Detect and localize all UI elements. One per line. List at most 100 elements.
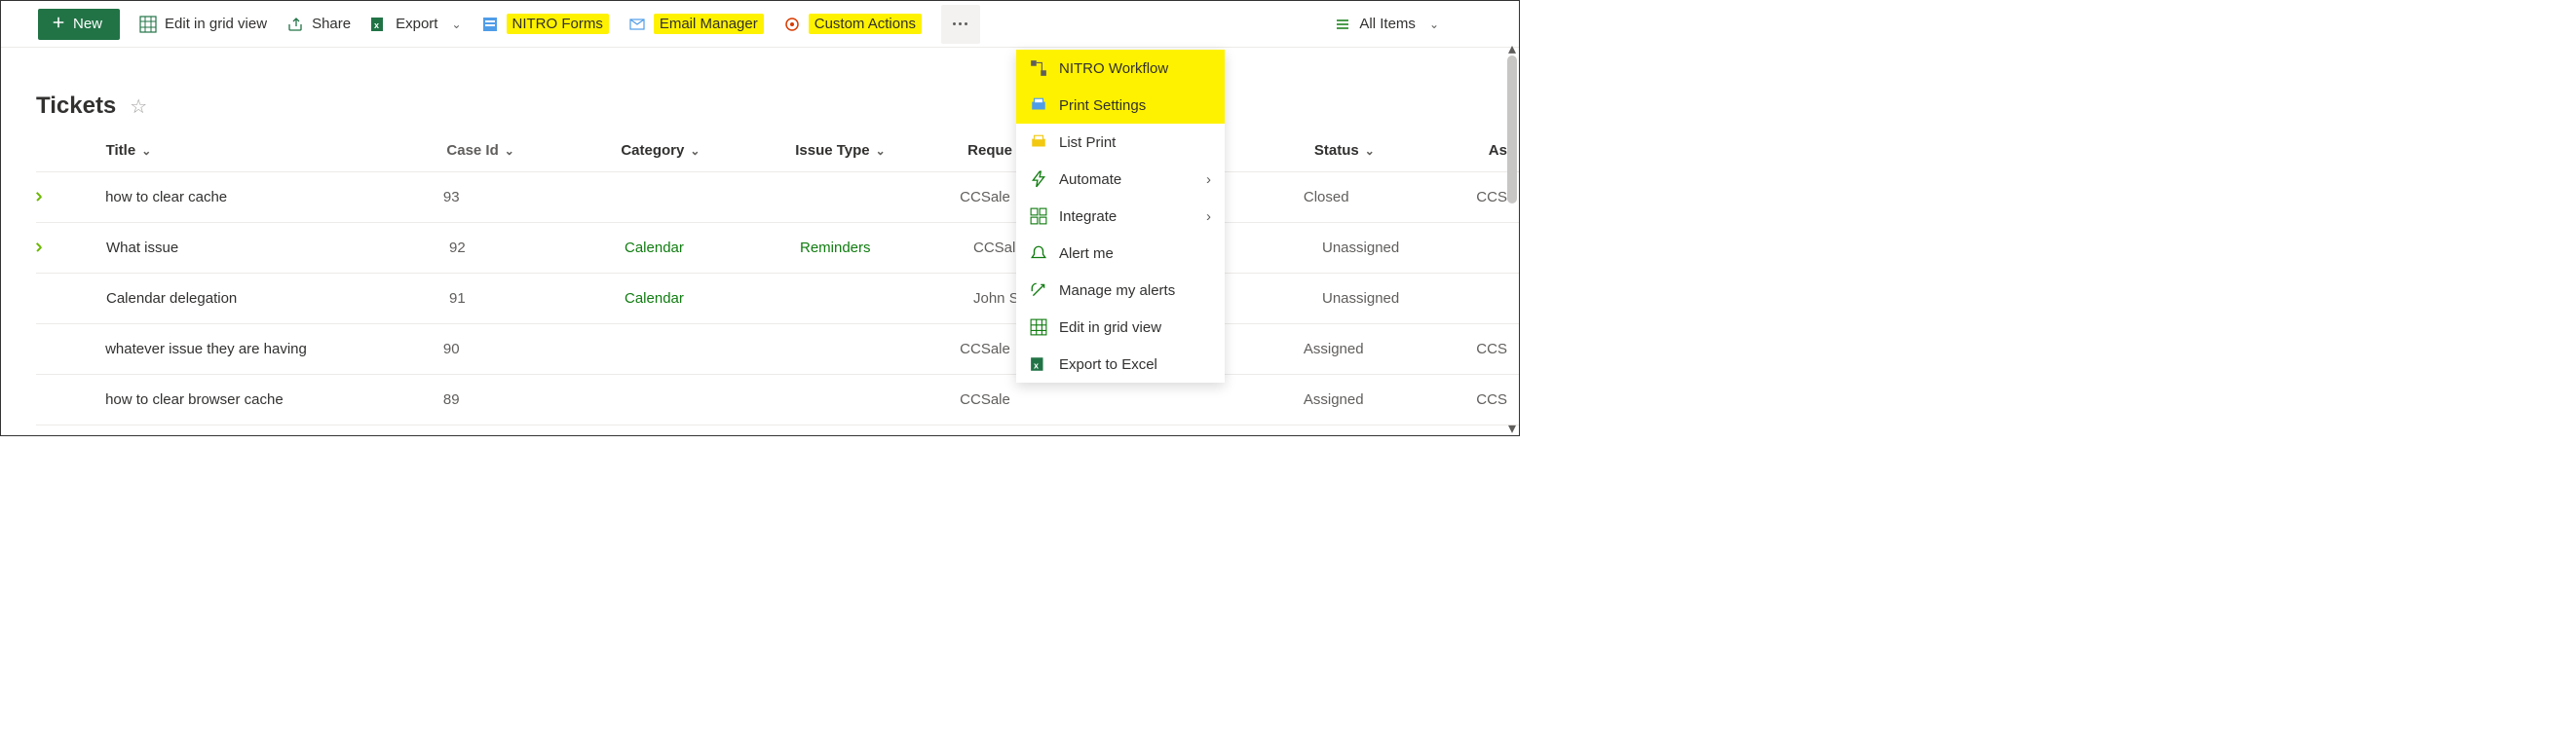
dropdown-item-label: Manage my alerts <box>1059 282 1175 299</box>
dropdown-item-nitro-workflow[interactable]: NITRO Workflow <box>1016 50 1225 87</box>
cell-title: how to clear cache <box>105 189 443 205</box>
dropdown-item-label: Export to Excel <box>1059 356 1157 373</box>
column-header-status[interactable]: Status⌄ <box>1314 142 1489 159</box>
custom-actions-icon <box>783 16 801 33</box>
grid-icon <box>1030 318 1047 336</box>
column-header-caseid[interactable]: Case Id⌄ <box>446 142 621 159</box>
dropdown-item-label: List Print <box>1059 134 1116 151</box>
dropdown-item-label: Integrate <box>1059 208 1117 225</box>
chevron-down-icon: ⌄ <box>1429 18 1439 31</box>
email-manager-button[interactable]: Email Manager <box>628 14 764 34</box>
email-manager-icon <box>628 16 646 33</box>
new-indicator-icon <box>36 244 44 252</box>
column-header-title[interactable]: Title⌄ <box>106 142 447 159</box>
dropdown-item-label: Alert me <box>1059 245 1114 262</box>
plus-icon <box>52 16 65 33</box>
dropdown-item-edit-in-grid-view[interactable]: Edit in grid view <box>1016 309 1225 346</box>
dropdown-item-export-to-excel[interactable]: x Export to Excel <box>1016 346 1225 383</box>
cell-title: whatever issue they are having <box>105 341 443 357</box>
share-icon <box>286 16 304 33</box>
email-manager-label: Email Manager <box>654 14 764 34</box>
cell-issuetype: Reminders <box>800 240 973 256</box>
cell-indicator <box>36 240 106 256</box>
share-button[interactable]: Share <box>286 16 351 33</box>
svg-text:x: x <box>1034 361 1039 371</box>
cell-status: Unassigned <box>1322 240 1497 256</box>
chevron-down-icon: ⌄ <box>505 144 514 158</box>
alert-icon <box>1030 244 1047 262</box>
dropdown-item-integrate[interactable]: Integrate › <box>1016 198 1225 235</box>
edit-in-grid-view-button[interactable]: Edit in grid view <box>139 16 267 33</box>
tickets-list: Title⌄ Case Id⌄ Category⌄ Issue Type⌄ Re… <box>1 130 1519 426</box>
cell-category: Calendar <box>625 240 800 256</box>
cell-status: Assigned <box>1304 341 1476 357</box>
ellipsis-icon <box>953 22 967 25</box>
column-header-category[interactable]: Category⌄ <box>621 142 795 159</box>
svg-text:x: x <box>374 20 379 30</box>
dropdown-item-alert-me[interactable]: Alert me <box>1016 235 1225 272</box>
custom-actions-button[interactable]: Custom Actions <box>783 14 922 34</box>
cell-title: Calendar delegation <box>106 290 449 307</box>
export-button[interactable]: x Export ⌄ <box>370 16 461 33</box>
table-row[interactable]: Calendar delegation91CalendarJohn SmUnas… <box>36 274 1519 324</box>
new-indicator-icon <box>36 194 44 202</box>
custom-actions-label: Custom Actions <box>809 14 922 34</box>
chevron-down-icon: ⌄ <box>451 18 461 31</box>
nitro-forms-icon <box>481 16 499 33</box>
workflow-icon <box>1030 59 1047 77</box>
cell-caseid: 89 <box>443 391 616 408</box>
list-print-icon <box>1030 133 1047 151</box>
scrollbar-thumb[interactable] <box>1507 56 1517 204</box>
favorite-toggle[interactable]: ☆ <box>130 94 147 119</box>
cell-caseid: 91 <box>449 290 625 307</box>
category-link[interactable]: Calendar <box>625 240 684 256</box>
scroll-up-arrow[interactable]: ▴ <box>1507 44 1517 54</box>
dropdown-item-label: Automate <box>1059 171 1121 188</box>
scroll-down-arrow[interactable]: ▾ <box>1507 424 1517 433</box>
table-row[interactable]: how to clear cache93CCSaleClosedCCS <box>36 172 1519 223</box>
chevron-down-icon: ⌄ <box>141 144 151 158</box>
list-view-icon <box>1334 16 1351 33</box>
dropdown-item-print-settings[interactable]: Print Settings <box>1016 87 1225 124</box>
new-button[interactable]: New <box>38 9 120 40</box>
dropdown-item-label: NITRO Workflow <box>1059 60 1168 77</box>
cell-assigned: CCS <box>1476 341 1519 357</box>
dropdown-item-label: Edit in grid view <box>1059 319 1161 336</box>
nitro-forms-label: NITRO Forms <box>507 14 609 34</box>
dropdown-item-manage-my-alerts[interactable]: Manage my alerts <box>1016 272 1225 309</box>
column-header-issuetype[interactable]: Issue Type⌄ <box>795 142 967 159</box>
more-actions-button[interactable] <box>941 5 980 44</box>
issuetype-link[interactable]: Reminders <box>800 240 871 256</box>
manage-alerts-icon <box>1030 281 1047 299</box>
cell-assigned: CCS <box>1476 391 1519 408</box>
category-link[interactable]: Calendar <box>625 290 684 307</box>
cell-indicator <box>36 189 105 205</box>
dropdown-item-label: Print Settings <box>1059 97 1146 114</box>
cell-title: What issue <box>106 240 449 256</box>
cell-status: Closed <box>1304 189 1476 205</box>
excel-icon: x <box>1030 355 1047 373</box>
edit-in-grid-view-label: Edit in grid view <box>165 16 267 32</box>
dropdown-item-automate[interactable]: Automate › <box>1016 161 1225 198</box>
automate-icon <box>1030 170 1047 188</box>
cell-status: Unassigned <box>1322 290 1497 307</box>
cell-title: how to clear browser cache <box>105 391 443 408</box>
cell-category: Calendar <box>625 290 800 307</box>
chevron-down-icon: ⌄ <box>690 144 700 158</box>
chevron-right-icon: › <box>1206 171 1211 188</box>
chevron-right-icon: › <box>1206 208 1211 225</box>
dropdown-item-list-print[interactable]: List Print <box>1016 124 1225 161</box>
table-row[interactable]: how to clear browser cache89CCSaleAssign… <box>36 375 1519 426</box>
excel-icon: x <box>370 16 388 33</box>
cell-status: Assigned <box>1304 391 1476 408</box>
view-selector[interactable]: All Items ⌄ <box>1334 16 1439 33</box>
page-title: Tickets <box>36 92 116 120</box>
table-row[interactable]: What issue92CalendarRemindersCCSaleUnass… <box>36 223 1519 274</box>
table-row[interactable]: whatever issue they are having90CCSaleAs… <box>36 324 1519 375</box>
more-actions-dropdown: NITRO Workflow Print Settings List Print Au… <box>1016 50 1225 383</box>
table-header-row: Title⌄ Case Id⌄ Category⌄ Issue Type⌄ Re… <box>36 130 1519 172</box>
new-button-label: New <box>73 16 102 32</box>
nitro-forms-button[interactable]: NITRO Forms <box>481 14 609 34</box>
share-label: Share <box>312 16 351 32</box>
print-settings-icon <box>1030 96 1047 114</box>
